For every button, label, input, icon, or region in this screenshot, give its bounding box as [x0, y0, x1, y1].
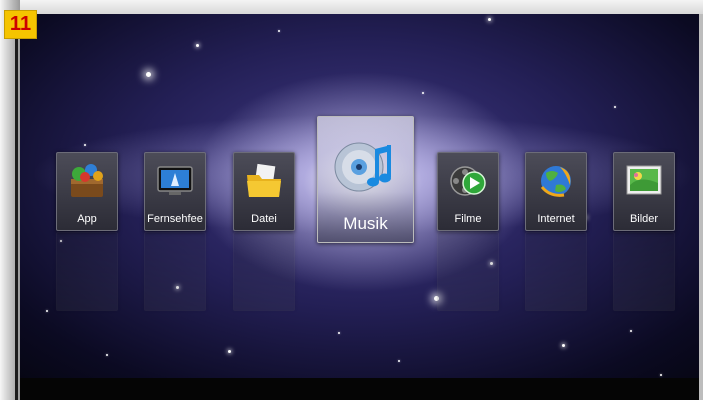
tv-icon — [157, 166, 193, 195]
menu-item-label: Fernsehfee — [147, 213, 203, 225]
menu-item-internet[interactable]: Internet — [525, 152, 587, 231]
tile-reflection — [56, 232, 118, 311]
menu-item-label: Datei — [251, 213, 277, 225]
star — [60, 240, 62, 242]
frame-right — [699, 14, 703, 400]
menu-item-musik[interactable]: Musik — [317, 116, 414, 243]
music-disc-icon — [334, 142, 391, 192]
tv-screen: App Fernsehfee Datei Musik Filme Interne… — [20, 14, 699, 400]
menu-item-label: Filme — [454, 213, 482, 225]
menu-item-label: Musik — [343, 214, 388, 233]
star — [338, 332, 340, 334]
globe-icon — [540, 166, 571, 197]
folder-icon — [247, 163, 281, 197]
frame-left — [0, 0, 20, 400]
menu-item-label: App — [77, 213, 97, 225]
star — [106, 354, 108, 356]
star — [660, 374, 662, 376]
menu-item-bilder[interactable]: Bilder — [613, 152, 675, 231]
frame-top — [0, 0, 703, 14]
star — [84, 144, 86, 146]
menu-item-label: Bilder — [629, 213, 659, 225]
tile-reflection — [233, 232, 295, 311]
star — [146, 72, 151, 77]
star — [562, 344, 565, 347]
screen-bottom-bar — [20, 378, 699, 400]
star — [488, 18, 491, 21]
step-badge: 11 — [4, 10, 37, 39]
tile-reflection — [613, 232, 675, 311]
menu-item-label: Internet — [537, 213, 575, 225]
film-reel-icon — [450, 166, 486, 196]
star — [614, 106, 616, 108]
star — [630, 330, 632, 332]
star — [278, 30, 280, 32]
tile-reflection — [437, 232, 499, 311]
menu-item-fernsehfee[interactable]: Fernsehfee — [144, 152, 206, 231]
star — [434, 296, 439, 301]
menu-item-filme[interactable]: Filme — [437, 152, 499, 231]
star — [46, 310, 48, 312]
tile-reflection — [525, 232, 587, 311]
star — [398, 360, 400, 362]
star — [422, 92, 424, 94]
menu-item-datei[interactable]: Datei — [233, 152, 295, 231]
star — [228, 350, 231, 353]
picture-icon — [626, 165, 662, 195]
tile-reflection — [144, 232, 206, 311]
star — [176, 286, 179, 289]
star — [196, 44, 199, 47]
app-store-icon — [71, 164, 103, 197]
star — [490, 262, 493, 265]
menu-item-app[interactable]: App — [56, 152, 118, 231]
